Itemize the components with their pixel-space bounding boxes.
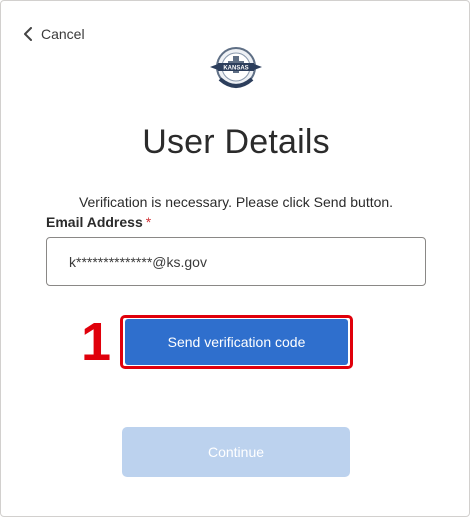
required-marker: * <box>145 214 152 230</box>
email-address-field[interactable] <box>46 237 426 286</box>
svg-text:KANSAS: KANSAS <box>223 66 248 72</box>
page-title: User Details <box>142 123 330 161</box>
email-label-text: Email Address <box>46 214 143 230</box>
cancel-link[interactable]: Cancel <box>23 26 85 42</box>
continue-button[interactable]: Continue <box>122 427 350 477</box>
step-annotation-number: 1 <box>81 312 112 372</box>
verification-instructions: Verification is necessary. Please click … <box>78 194 394 210</box>
email-address-label: Email Address * <box>46 214 151 230</box>
kansas-board-of-nursing-logo: KANSAS <box>206 45 266 95</box>
cancel-label: Cancel <box>41 26 85 42</box>
step-annotation-highlight <box>120 315 353 369</box>
dialog-frame: Cancel KANSAS User Details Verification … <box>0 0 470 517</box>
chevron-left-icon <box>23 27 33 41</box>
